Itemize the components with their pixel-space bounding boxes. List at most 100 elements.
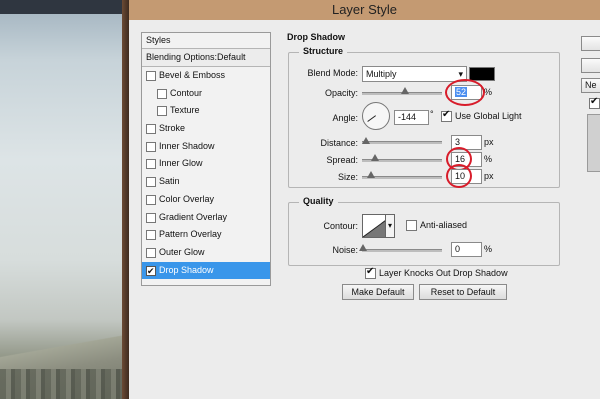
style-checkbox[interactable] [157,88,167,99]
angle-input[interactable]: -144 [394,110,429,125]
style-item-label: Outer Glow [159,246,205,257]
anti-aliased-checkbox[interactable] [406,220,417,231]
angle-dial[interactable] [362,102,390,130]
style-item-label: Inner Shadow [159,140,215,151]
checkmark-icon: ✔ [590,96,599,107]
angle-unit: ° [430,109,434,119]
reset-to-default-button[interactable]: Reset to Default [419,284,507,300]
blend-mode-label: Blend Mode: [307,68,358,78]
blending-options-item[interactable]: Blending Options:Default [142,49,270,67]
style-item-label: Drop Shadow [159,264,214,275]
shadow-color-swatch[interactable] [469,67,495,81]
noise-unit: % [484,244,493,254]
annotation-circle [445,79,485,106]
angle-needle [367,115,376,122]
style-checkbox[interactable] [146,141,156,152]
quality-label: Quality [299,196,338,206]
noise-input[interactable]: 0 [451,242,482,257]
noise-value: 0 [455,244,461,254]
size-unit: px [484,171,494,181]
style-item-label: Texture [170,105,200,116]
structure-label: Structure [299,46,348,56]
background-photo [0,0,125,399]
blend-mode-select[interactable]: Multiply ▾ [362,66,467,82]
anti-aliased-label: Anti-aliased [420,220,468,230]
size-slider-handle[interactable] [367,171,375,178]
distance-unit: px [484,137,494,147]
style-item-pattern-overlay[interactable]: Pattern Overlay [142,226,270,244]
style-item-gradient-overlay[interactable]: Gradient Overlay [142,209,270,227]
dialog-title: Layer Style [331,2,398,17]
style-item-label: Contour [170,87,203,98]
style-item-drop-shadow[interactable]: ✔ Drop Shadow [142,261,270,280]
style-item-color-overlay[interactable]: Color Overlay [142,191,270,209]
style-item-label: Gradient Overlay [159,211,228,222]
style-item-inner-glow[interactable]: Inner Glow [142,155,270,173]
style-item-inner-shadow[interactable]: Inner Shadow [142,138,270,156]
style-checkbox[interactable] [146,230,156,241]
layer-style-dialog: Layer Style Styles Blending Options:Defa… [129,0,600,399]
styles-list: Styles Blending Options:Default Bevel & … [141,32,271,286]
ok-button-cropped[interactable] [581,36,600,51]
distance-value: 3 [455,137,461,147]
spread-label: Spread: [326,155,358,165]
checkmark-icon: ✔ [442,109,451,120]
style-item-label: Pattern Overlay [159,229,222,240]
size-label: Size: [337,172,358,182]
checkmark-icon: ✔ [147,265,155,276]
background-rocks [0,369,125,399]
blend-mode-value: Multiply [366,69,397,79]
angle-label: Angle: [332,113,358,123]
cancel-button-cropped[interactable] [581,58,600,73]
styles-header[interactable]: Styles [142,33,270,49]
style-checkbox[interactable] [157,106,167,117]
checkmark-icon: ✔ [366,266,375,277]
style-item-label: Bevel & Emboss [159,70,226,80]
style-checkbox[interactable] [146,177,156,188]
spread-unit: % [484,154,493,164]
window-divider [122,0,129,399]
style-checkbox[interactable] [146,212,156,223]
style-checkbox[interactable]: ✔ [146,265,156,276]
style-item-outer-glow[interactable]: Outer Glow [142,244,270,262]
style-checkbox[interactable] [146,159,156,170]
style-item-label: Satin [159,176,180,187]
style-checkbox[interactable] [146,247,156,258]
style-item-texture[interactable]: Texture [142,102,270,120]
new-style-button-cropped[interactable]: Ne [581,78,600,93]
noise-slider[interactable] [362,249,442,252]
knocks-out-checkbox[interactable]: ✔ [365,266,376,279]
section-title: Drop Shadow [287,32,345,42]
style-item-label: Inner Glow [159,158,203,169]
spread-slider-handle[interactable] [371,154,379,161]
contour-label: Contour: [323,221,358,231]
style-preview-swatch [587,114,600,172]
style-checkbox[interactable] [146,71,156,81]
use-global-light-label: Use Global Light [455,111,522,121]
use-global-light-checkbox[interactable]: ✔ [441,109,452,122]
make-default-button[interactable]: Make Default [342,284,414,300]
angle-value: -144 [398,112,417,122]
style-item-bevel-emboss[interactable]: Bevel & Emboss [142,67,270,85]
quality-group: Quality [288,196,560,266]
opacity-slider-handle[interactable] [401,87,409,94]
noise-slider-handle[interactable] [359,244,367,251]
style-items: Bevel & Emboss Contour Texture Stroke Inner … [142,67,270,280]
preview-checkbox[interactable]: ✔ [589,96,600,109]
style-item-label: Color Overlay [159,193,215,204]
dialog-content: Styles Blending Options:Default Bevel & … [129,20,600,399]
opacity-unit: % [484,87,493,97]
style-item-stroke[interactable]: Stroke [142,120,270,138]
distance-label: Distance: [320,138,358,148]
distance-slider[interactable] [362,141,442,144]
contour-dropdown[interactable]: ▾ [385,214,395,238]
annotation-circle [446,164,472,188]
style-item-contour[interactable]: Contour [142,85,270,103]
opacity-label: Opacity: [324,88,358,98]
chevron-down-icon: ▾ [387,221,392,230]
style-checkbox[interactable] [146,194,156,205]
distance-slider-handle[interactable] [362,137,370,144]
style-item-label: Stroke [159,123,186,134]
style-checkbox[interactable] [146,124,156,135]
style-item-satin[interactable]: Satin [142,173,270,191]
